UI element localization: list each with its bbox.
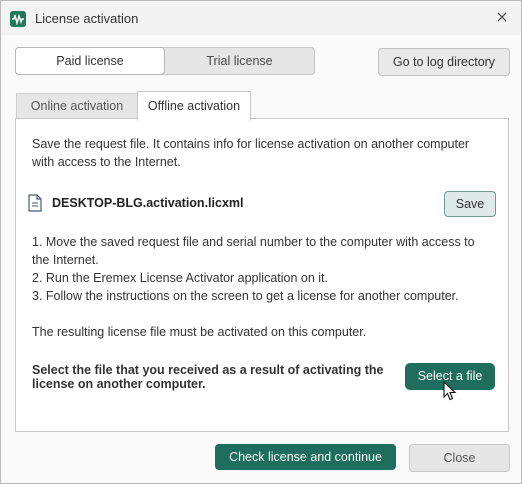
save-button[interactable]: Save [444,191,496,217]
window-title: License activation [35,11,139,26]
app-icon [10,11,26,27]
offline-activation-panel: Save the request file. It contains info … [15,118,509,432]
intro-text-line2: with access to the Internet. [32,155,181,169]
request-file-name: DESKTOP-BLG.activation.licxml [52,196,244,210]
step1-line2: the Internet. [32,253,99,267]
tab-online-activation[interactable]: Online activation [16,93,138,119]
activation-note: The resulting license file must be activ… [32,325,367,339]
go-to-log-directory-button[interactable]: Go to log directory [378,48,510,76]
title-bar: License activation [1,1,521,35]
document-icon [28,194,42,217]
trial-license-option[interactable]: Trial license [165,48,314,74]
mouse-pointer-icon [443,380,457,406]
paid-license-option[interactable]: Paid license [15,47,165,75]
close-icon[interactable] [495,10,509,24]
step1-line1: 1. Move the saved request file and seria… [32,235,475,249]
tab-offline-activation[interactable]: Offline activation [137,91,251,121]
select-prompt-line2: license on another computer. [32,377,206,391]
license-type-toggle: Paid license Trial license [15,47,315,75]
close-button[interactable]: Close [409,444,510,472]
license-activation-window: License activation Paid license Trial li… [0,0,522,484]
step3-text: 3. Follow the instructions on the screen… [32,289,459,303]
step2-text: 2. Run the Eremex License Activator appl… [32,271,328,285]
check-license-and-continue-button[interactable]: Check license and continue [215,444,396,470]
intro-text-line1: Save the request file. It contains info … [32,137,470,151]
